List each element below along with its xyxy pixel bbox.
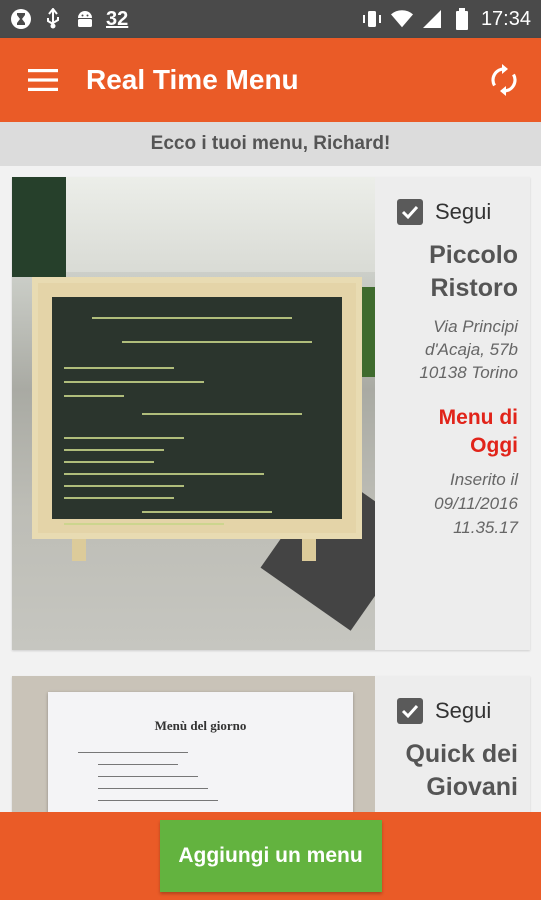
- card-info: Segui Piccolo Ristoro Via Principi d'Aca…: [375, 177, 530, 650]
- follow-label: Segui: [435, 698, 492, 723]
- vibrate-icon: [361, 8, 383, 30]
- clock: 17:34: [480, 7, 531, 30]
- chalkboard: [32, 277, 362, 539]
- wifi-icon: [390, 8, 413, 30]
- restaurant-address: Via Principi d'Acaja, 57b 10138 Torino: [419, 317, 518, 382]
- follow-toggle[interactable]: Segui: [397, 698, 518, 724]
- signal-icon: [421, 8, 443, 30]
- follow-label: Segui: [435, 199, 492, 224]
- android-icon: [74, 8, 96, 30]
- add-menu-button[interactable]: Aggiungi un menu: [159, 820, 382, 892]
- menu-card[interactable]: Segui Piccolo Ristoro Via Principi d'Aca…: [12, 177, 530, 650]
- app-bar: Real Time Menu: [0, 38, 541, 122]
- inserted-timestamp: Inserito il 09/11/2016 11.35.17: [434, 470, 518, 537]
- usb-icon: [42, 8, 64, 30]
- battery-icon: [451, 8, 473, 30]
- paper-title: Menù del giorno: [154, 718, 247, 733]
- restaurant-name: Piccolo Ristoro: [429, 241, 518, 302]
- notification-count: 32: [106, 7, 129, 30]
- status-bar: 32 17:34: [0, 0, 541, 38]
- hamburger-icon: [28, 69, 58, 91]
- refresh-button[interactable]: [467, 38, 541, 122]
- restaurant-name: Quick dei Giovani: [405, 740, 518, 801]
- hourglass-icon: [10, 8, 32, 30]
- menu-photo[interactable]: [12, 177, 375, 650]
- app-title: Real Time Menu: [86, 64, 299, 95]
- checkbox-checked-icon[interactable]: [397, 199, 423, 225]
- bottom-bar: Aggiungi un menu: [0, 812, 541, 900]
- checkbox-checked-icon[interactable]: [397, 698, 423, 724]
- follow-toggle[interactable]: Segui: [397, 199, 518, 225]
- navigation-menu-button[interactable]: [0, 38, 86, 122]
- greeting-banner: Ecco i tuoi menu, Richard!: [0, 122, 541, 166]
- refresh-icon: [491, 64, 517, 96]
- menu-title[interactable]: Menu di Oggi: [395, 404, 518, 460]
